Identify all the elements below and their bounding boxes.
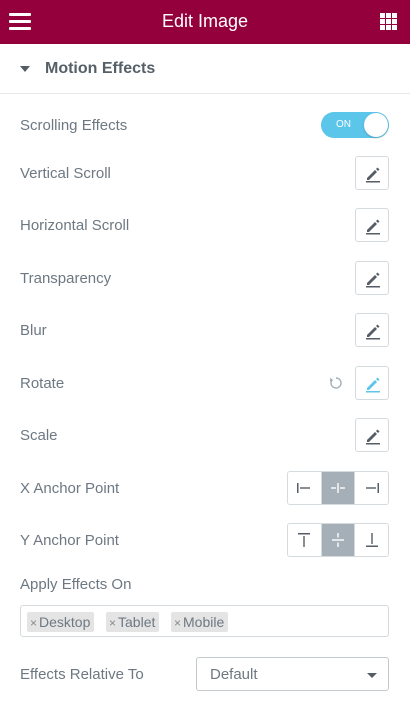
remove-tag-icon[interactable]: × bbox=[30, 616, 37, 630]
align-center-h-icon bbox=[331, 483, 345, 493]
apply-effects-on-label: Apply Effects On bbox=[20, 576, 132, 593]
x-anchor-right-option[interactable] bbox=[355, 472, 388, 504]
panel-header: Edit Image bbox=[0, 0, 410, 44]
section-toggle-motion-effects[interactable]: Motion Effects bbox=[0, 44, 410, 94]
effects-relative-to-label: Effects Relative To bbox=[20, 666, 144, 683]
reset-icon[interactable] bbox=[329, 376, 343, 390]
scrolling-effects-switch[interactable]: ON bbox=[321, 112, 389, 138]
align-center-v-icon bbox=[332, 533, 344, 547]
device-tag-desktop: × Desktop bbox=[27, 612, 95, 632]
device-tag-mobile: × Mobile bbox=[171, 612, 229, 632]
pencil-icon bbox=[366, 377, 380, 393]
remove-tag-icon[interactable]: × bbox=[174, 616, 181, 630]
x-anchor-center-option[interactable] bbox=[321, 472, 356, 504]
align-top-icon bbox=[298, 533, 311, 547]
tag-label: Mobile bbox=[183, 614, 225, 630]
y-anchor-label: Y Anchor Point bbox=[20, 532, 119, 549]
effect-label-transparency: Transparency bbox=[20, 270, 112, 287]
edit-blur-button[interactable] bbox=[355, 313, 389, 347]
switch-on-text: ON bbox=[336, 119, 351, 130]
remove-tag-icon[interactable]: × bbox=[109, 616, 116, 630]
pencil-icon bbox=[366, 324, 380, 340]
edit-rotate-button[interactable] bbox=[355, 366, 389, 400]
tag-label: Desktop bbox=[39, 614, 91, 630]
x-anchor-left-option[interactable] bbox=[288, 472, 322, 504]
apply-effects-on-multiselect[interactable]: × Desktop × Tablet × Mobile bbox=[20, 605, 389, 637]
effect-label-vertical-scroll: Vertical Scroll bbox=[20, 165, 111, 182]
x-anchor-label: X Anchor Point bbox=[20, 480, 120, 497]
edit-scale-button[interactable] bbox=[355, 418, 389, 452]
y-anchor-top-option[interactable] bbox=[288, 524, 322, 556]
pencil-icon bbox=[366, 272, 380, 288]
pencil-icon bbox=[366, 219, 380, 235]
y-anchor-center-option[interactable] bbox=[321, 524, 356, 556]
grid-icon[interactable] bbox=[380, 13, 397, 30]
edit-vertical-scroll-button[interactable] bbox=[355, 156, 389, 190]
scrolling-effects-label: Scrolling Effects bbox=[20, 117, 128, 134]
pencil-icon bbox=[366, 429, 380, 445]
y-anchor-bottom-option[interactable] bbox=[355, 524, 388, 556]
x-anchor-choices bbox=[287, 471, 389, 505]
effect-label-scale: Scale bbox=[20, 427, 58, 444]
effect-label-blur: Blur bbox=[20, 322, 47, 339]
effect-label-horizontal-scroll: Horizontal Scroll bbox=[20, 217, 130, 234]
panel-title: Edit Image bbox=[161, 11, 249, 31]
device-tag-tablet: × Tablet bbox=[106, 612, 160, 632]
align-right-icon bbox=[365, 483, 379, 493]
pencil-icon bbox=[366, 167, 380, 183]
edit-transparency-button[interactable] bbox=[355, 261, 389, 295]
chevron-down-icon bbox=[367, 673, 377, 678]
section-title: Motion Effects bbox=[45, 60, 156, 77]
align-bottom-icon bbox=[365, 533, 378, 547]
effect-label-rotate: Rotate bbox=[20, 375, 65, 392]
align-left-icon bbox=[297, 483, 311, 493]
select-value: Default bbox=[210, 666, 258, 683]
y-anchor-choices bbox=[287, 523, 389, 557]
effects-relative-to-select[interactable]: Default bbox=[196, 657, 389, 691]
edit-horizontal-scroll-button[interactable] bbox=[355, 208, 389, 242]
switch-knob bbox=[364, 113, 388, 137]
caret-down-icon bbox=[20, 66, 30, 72]
tag-label: Tablet bbox=[118, 614, 156, 630]
